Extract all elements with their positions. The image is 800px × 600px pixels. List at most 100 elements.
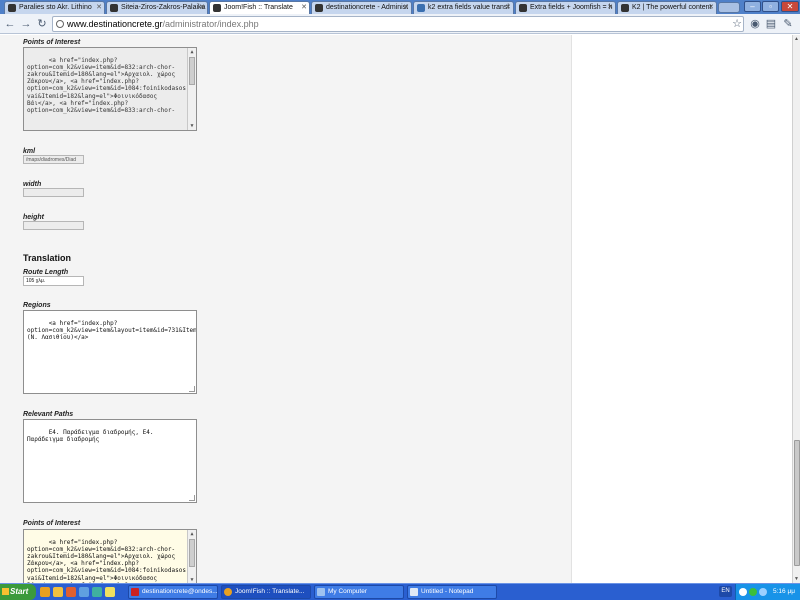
scroll-down-icon[interactable]: ▼ [793,575,800,583]
page-scrollbar-thumb[interactable] [794,440,800,566]
tray-chevron-icon[interactable] [739,588,747,596]
maximize-button[interactable]: ▫ [762,1,779,12]
computer-icon [317,588,325,596]
start-label: Start [10,587,29,596]
tab-extra-fields-joomfish[interactable]: Extra fields + Joomfish = h ✕ [515,1,616,14]
browser-tab-strip: Paralies sto Akr. Lithino ✕ Siteia-Ziros… [0,0,800,15]
minimize-button[interactable]: – [744,1,761,12]
route-length-value: 105 χλμ. [26,278,46,284]
width-field[interactable] [23,188,84,197]
ie-quicklaunch-icon[interactable] [79,587,89,597]
app-quicklaunch-icon[interactable] [92,587,102,597]
scroll-down-icon[interactable]: ▼ [188,576,196,583]
network-icon[interactable] [749,588,757,596]
folder-quicklaunch-icon[interactable] [53,587,63,597]
joomla-favicon-icon [213,4,221,12]
original-points-of-interest-label: Points of Interest [23,39,81,46]
task-filezilla[interactable]: destinationcrete@ondes... [128,585,218,599]
volume-icon[interactable] [759,588,767,596]
joomla-favicon-icon [8,4,16,12]
language-indicator[interactable]: EN [719,586,732,597]
close-icon[interactable]: ✕ [199,3,205,11]
task-label: My Computer [328,588,368,595]
bookmark-star-icon[interactable]: ☆ [730,17,744,31]
chrome-quicklaunch-icon[interactable] [40,587,50,597]
close-icon[interactable]: ✕ [607,3,613,11]
task-label: destinationcrete@ondes... [142,588,218,595]
original-points-of-interest-textarea[interactable]: <a href="index.php?option=com_k2&view=it… [23,47,197,131]
scrollbar-thumb[interactable] [189,57,195,85]
joomla-favicon-icon [315,4,323,12]
scroll-up-icon[interactable]: ▲ [188,530,196,538]
wrench-icon[interactable]: ✎ [781,17,795,31]
kml-value: /maps/diadromes/Diad [26,157,77,163]
close-icon[interactable]: ✕ [301,3,307,11]
reload-icon[interactable]: ↻ [35,17,49,31]
new-tab-button[interactable] [718,2,740,13]
tab-destinationcrete-admin[interactable]: destinationcrete - Administ ✕ [311,1,412,14]
kml-field[interactable]: /maps/diadromes/Diad [23,155,84,164]
resize-grip-icon[interactable] [189,495,195,501]
tab-title: Paralies sto Akr. Lithino [19,4,92,11]
back-arrow-icon[interactable]: ← [3,17,17,31]
scrollbar-thumb[interactable] [189,539,195,567]
url-host: www.destinationcrete.gr [67,19,163,29]
task-chrome-joomfish[interactable]: Joom!Fish :: Translate... [221,585,311,599]
filezilla-icon [131,588,139,596]
tab-k2-extra-fields[interactable]: k2 extra fields value transl ✕ [413,1,514,14]
tab-title: k2 extra fields value transl [428,4,509,11]
tab-title: destinationcrete - Administ [326,4,409,11]
kml-label: kml [23,148,36,155]
textarea-scrollbar[interactable]: ▲ ▼ [187,48,196,130]
page-content: Points of Interest <a href="index.php?op… [0,35,792,583]
address-bar[interactable]: www.destinationcrete.gr/administrator/in… [52,16,744,32]
scroll-down-icon[interactable]: ▼ [188,122,196,130]
clock: 5:16 μμ [773,588,795,595]
tab-paralies[interactable]: Paralies sto Akr. Lithino ✕ [4,1,105,14]
regions-text: <a href="index.php?option=com_k2&view=it… [27,320,197,342]
textarea-scrollbar[interactable]: ▲ ▼ [187,530,196,583]
joomla-favicon-icon [110,4,118,12]
tab-title: Joom!Fish :: Translate [224,4,293,11]
browser-toolbar: ← → ↻ www.destinationcrete.gr/administra… [0,14,800,34]
chrome-icon [224,588,232,596]
relevant-paths-label: Relevant Paths [23,411,74,418]
task-label: Untitled - Notepad [421,588,474,595]
close-icon[interactable]: ✕ [403,3,409,11]
close-icon[interactable]: ✕ [96,3,102,11]
tab-siteia[interactable]: Siteia-Ziros-Zakros-Palaika ✕ [106,1,208,14]
route-length-input[interactable]: 105 χλμ. [23,276,84,286]
points-of-interest-textarea[interactable]: <a href="index.php?option=com_k2&view=it… [23,529,197,583]
height-field[interactable] [23,221,84,230]
windows-logo-icon [2,588,9,595]
close-window-button[interactable]: ✕ [781,1,799,12]
resize-grip-icon[interactable] [189,386,195,392]
start-button[interactable]: Start [0,584,36,600]
scroll-up-icon[interactable]: ▲ [188,48,196,56]
regions-textarea[interactable]: <a href="index.php?option=com_k2&view=it… [23,310,197,394]
forward-arrow-icon[interactable]: → [19,17,33,31]
page-scrollbar[interactable]: ▲ ▼ [792,35,800,583]
app-quicklaunch-icon[interactable] [105,587,115,597]
windows-taskbar: Start destinationcrete@ondes... Joom!Fis… [0,583,800,600]
task-my-computer[interactable]: My Computer [314,585,404,599]
tab-k2-powerful-content[interactable]: K2 | The powerful content ✕ [617,1,717,14]
route-length-label: Route Length [23,269,69,276]
k2-favicon-icon [519,4,527,12]
page-menu-icon[interactable]: ▤ [764,17,778,31]
regions-label: Regions [23,302,51,309]
relevant-paths-textarea[interactable]: Ε4. Παράδειγμα διαδρομής, Ε4. Παράδειγμα… [23,419,197,503]
close-icon[interactable]: ✕ [708,3,714,11]
tab-title: Extra fields + Joomfish = h [530,4,613,11]
tab-joomfish-translate[interactable]: Joom!Fish :: Translate ✕ [209,1,310,15]
task-notepad[interactable]: Untitled - Notepad [407,585,497,599]
close-icon[interactable]: ✕ [505,3,511,11]
translation-form-panel: Points of Interest <a href="index.php?op… [0,35,572,583]
forum-favicon-icon [417,4,425,12]
scroll-up-icon[interactable]: ▲ [793,35,800,43]
extension-icon[interactable]: ◉ [748,17,762,31]
translation-heading: Translation [23,253,72,263]
k2-favicon-icon [621,4,629,12]
task-label: Joom!Fish :: Translate... [235,588,305,595]
firefox-quicklaunch-icon[interactable] [66,587,76,597]
